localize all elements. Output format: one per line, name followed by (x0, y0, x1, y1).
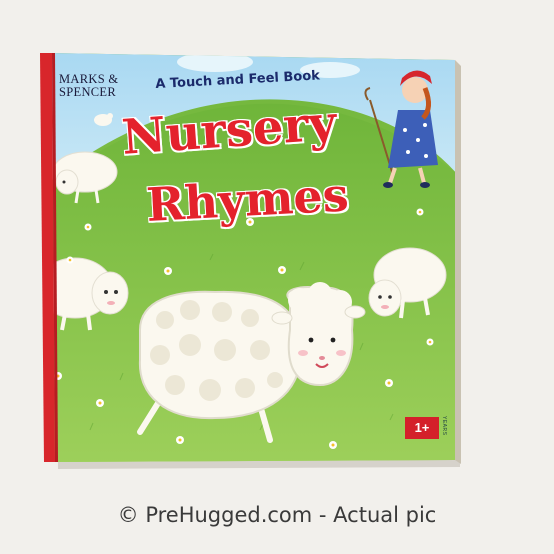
watermark-caption: © PreHugged.com - Actual pic (117, 503, 437, 527)
publisher-logo: MARKS & SPENCER (59, 73, 139, 99)
age-unit-label: YEARS (441, 416, 447, 436)
publisher-line-2: SPENCER (59, 85, 116, 99)
cloud (177, 53, 253, 72)
page-edge (455, 60, 461, 464)
book-title-line-2: Rhymes (144, 166, 351, 233)
age-badge: 1+ (405, 417, 439, 439)
